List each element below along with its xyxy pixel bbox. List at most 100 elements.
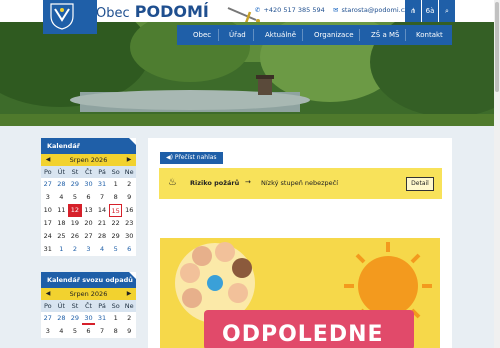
calendar-day[interactable]: 6 xyxy=(82,191,96,204)
calendar-day[interactable]: 13 xyxy=(82,204,96,217)
weekday-label: Pá xyxy=(95,166,109,178)
next-month-button[interactable]: ▶ xyxy=(124,288,134,300)
search-button[interactable]: ⌕ xyxy=(439,0,455,22)
poster-title: ODPOLEDNE xyxy=(222,322,384,347)
email-icon: ✉ xyxy=(333,6,339,14)
calendar-day[interactable]: 4 xyxy=(55,325,69,338)
calendar-day[interactable]: 3 xyxy=(82,243,96,256)
weekday-label: St xyxy=(68,300,82,312)
calendar-day[interactable]: 27 xyxy=(41,178,55,191)
calendar-day-event[interactable]: 15 xyxy=(108,204,123,217)
calendar-day[interactable]: 6 xyxy=(122,243,136,256)
calendar-day[interactable]: 2 xyxy=(122,312,136,325)
calendar-month: Srpen 2026 xyxy=(69,156,108,164)
calendar-day[interactable]: 29 xyxy=(68,178,82,191)
main-content: ◀) Přečíst nahlas ♨ Riziko požárů → Nízk… xyxy=(148,138,452,348)
calendar-day[interactable]: 28 xyxy=(95,230,109,243)
calendar-day[interactable]: 2 xyxy=(68,243,82,256)
weekday-label: Pá xyxy=(95,300,109,312)
calendar-title: Kalendář xyxy=(41,138,136,154)
nav-item-obec[interactable]: Obec xyxy=(193,25,211,45)
site-title[interactable]: Obec PODOMÍ xyxy=(96,2,209,21)
calendar-grid: Po Út St Čt Pá So Ne 27 28 29 30 31 1 2 … xyxy=(41,166,136,256)
accessibility-button[interactable]: 6à xyxy=(422,0,438,22)
calendar-day[interactable]: 9 xyxy=(122,325,136,338)
alert-detail-button[interactable]: Detail xyxy=(406,177,434,191)
nav-item-aktualne[interactable]: Aktuálně xyxy=(265,25,296,45)
sitemap-icon: ⋔ xyxy=(410,7,416,15)
calendar-day-today[interactable]: 12 xyxy=(68,204,82,217)
calendar-day[interactable]: 1 xyxy=(55,243,69,256)
calendar-day[interactable]: 14 xyxy=(95,204,109,217)
calendar-day[interactable]: 31 xyxy=(95,312,109,325)
calendar-day[interactable]: 26 xyxy=(68,230,82,243)
nav-divider xyxy=(405,29,406,41)
calendar-day[interactable]: 18 xyxy=(55,217,69,230)
calendar-day[interactable]: 7 xyxy=(95,325,109,338)
event-poster[interactable]: ODPOLEDNE xyxy=(160,238,440,348)
arrow-icon: → xyxy=(245,178,251,186)
nav-item-urad[interactable]: Úřad xyxy=(229,25,246,45)
calendar-day[interactable]: 8 xyxy=(109,191,123,204)
calendar-day[interactable]: 4 xyxy=(55,191,69,204)
calendar-day[interactable]: 28 xyxy=(55,312,69,325)
calendar-day[interactable]: 3 xyxy=(41,325,55,338)
site-title-prefix: Obec xyxy=(96,6,130,21)
logo[interactable] xyxy=(43,0,97,34)
calendar-day[interactable]: 9 xyxy=(122,191,136,204)
scrollbar[interactable] xyxy=(494,0,500,348)
calendar-day[interactable]: 5 xyxy=(68,325,82,338)
nav-item-organizace[interactable]: Organizace xyxy=(314,25,354,45)
prev-month-button[interactable]: ◀ xyxy=(43,288,53,300)
events-calendar: Kalendář ◀ Srpen 2026 ▶ Po Út St Čt Pá S… xyxy=(41,138,136,256)
calendar-day[interactable]: 19 xyxy=(68,217,82,230)
calendar-day[interactable]: 24 xyxy=(41,230,55,243)
waste-calendar-grid: Po Út St Čt Pá So Ne 27 28 29 30 31 1 2 … xyxy=(41,300,136,338)
nav-item-kontakt[interactable]: Kontakt xyxy=(416,25,443,45)
calendar-day[interactable]: 6 xyxy=(82,325,96,338)
calendar-day[interactable]: 27 xyxy=(82,230,96,243)
calendar-day[interactable]: 2 xyxy=(122,178,136,191)
calendar-day[interactable]: 30 xyxy=(122,230,136,243)
calendar-day[interactable]: 17 xyxy=(41,217,55,230)
email-link[interactable]: ✉ starosta@podomi.cz xyxy=(333,6,408,14)
calendar-day[interactable]: 11 xyxy=(55,204,69,217)
fire-icon: ♨ xyxy=(168,177,177,188)
calendar-day[interactable]: 28 xyxy=(55,178,69,191)
calendar-day[interactable]: 27 xyxy=(41,312,55,325)
weekday-label: Čt xyxy=(81,300,96,312)
calendar-day[interactable]: 29 xyxy=(68,312,82,325)
calendar-day[interactable]: 20 xyxy=(82,217,96,230)
calendar-day[interactable]: 5 xyxy=(68,191,82,204)
calendar-day[interactable]: 25 xyxy=(55,230,69,243)
calendar-day[interactable]: 8 xyxy=(109,325,123,338)
calendar-day[interactable]: 30 xyxy=(82,178,96,191)
phone-link[interactable]: ✆ +420 517 385 594 xyxy=(255,6,325,14)
calendar-day[interactable]: 1 xyxy=(109,312,123,325)
read-aloud-button[interactable]: ◀) Přečíst nahlas xyxy=(160,152,223,164)
sitemap-button[interactable]: ⋔ xyxy=(405,0,421,22)
calendar-day[interactable]: 5 xyxy=(109,243,123,256)
calendar-day[interactable]: 16 xyxy=(122,204,136,217)
waste-calendar-month: Srpen 2026 xyxy=(69,290,108,298)
calendar-day[interactable]: 10 xyxy=(41,204,55,217)
calendar-day[interactable]: 1 xyxy=(109,178,123,191)
calendar-day-pickup[interactable]: 30 xyxy=(81,312,96,325)
nav-item-zs-ms[interactable]: ZŠ a MŠ xyxy=(371,25,399,45)
calendar-day[interactable]: 23 xyxy=(122,217,136,230)
waste-calendar-month-bar: ◀ Srpen 2026 ▶ xyxy=(41,288,136,300)
scrollbar-thumb[interactable] xyxy=(495,2,499,92)
next-month-button[interactable]: ▶ xyxy=(124,154,134,166)
calendar-day[interactable]: 3 xyxy=(41,191,55,204)
calendar-day[interactable]: 7 xyxy=(95,191,109,204)
weekday-label: Čt xyxy=(81,166,96,178)
prev-month-button[interactable]: ◀ xyxy=(43,154,53,166)
calendar-day[interactable]: 29 xyxy=(109,230,123,243)
calendar-day[interactable]: 22 xyxy=(109,217,123,230)
calendar-day[interactable]: 31 xyxy=(95,178,109,191)
calendar-day[interactable]: 21 xyxy=(95,217,109,230)
weekday-label: St xyxy=(68,166,82,178)
calendar-day[interactable]: 31 xyxy=(41,243,55,256)
weekday-label: Ne xyxy=(122,166,136,178)
calendar-day[interactable]: 4 xyxy=(95,243,109,256)
